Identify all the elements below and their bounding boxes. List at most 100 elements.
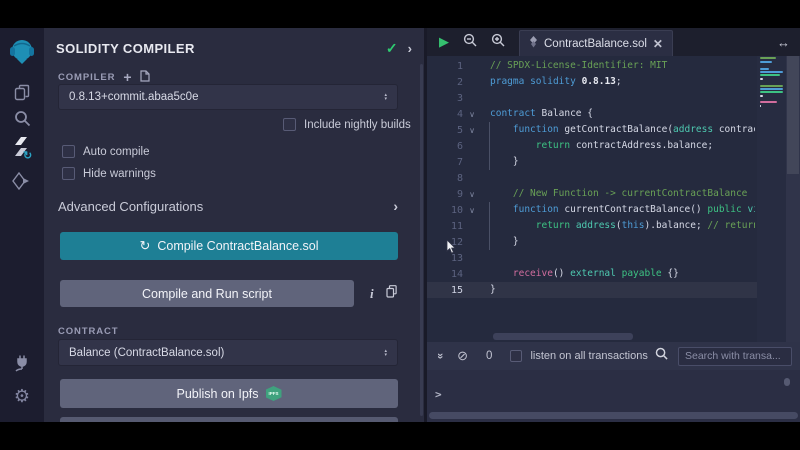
file-icon[interactable] — [140, 70, 150, 84]
auto-compile-checkbox[interactable] — [62, 145, 75, 158]
code-line[interactable]: contract Balance { — [490, 106, 755, 122]
hide-warnings-label: Hide warnings — [83, 168, 156, 180]
code-line[interactable] — [490, 90, 755, 106]
terminal-search-input[interactable] — [678, 347, 792, 366]
code-line[interactable] — [490, 250, 755, 266]
contract-section-label: CONTRACT — [58, 326, 119, 337]
code-line[interactable]: // SPDX-License-Identifier: MIT — [490, 58, 755, 74]
editor-vertical-scrollbar[interactable] — [786, 56, 800, 342]
gutter-row: 10∨ — [427, 202, 487, 218]
add-compiler-icon[interactable]: + — [123, 70, 132, 84]
zoom-out-icon[interactable] — [463, 33, 477, 52]
terminal-scroll-dot — [784, 378, 790, 386]
advanced-configurations-label: Advanced Configurations — [58, 199, 203, 214]
chevron-right-icon: › — [393, 198, 398, 214]
gutter-row: 3 — [427, 90, 487, 106]
remix-logo[interactable] — [0, 37, 44, 65]
code-line[interactable]: receive() external payable {} — [490, 266, 755, 282]
editor-tabbar: ▶ ContractBalance.sol ✕ ↔ — [427, 28, 800, 56]
search-icon[interactable] — [0, 110, 44, 127]
auto-compile-label: Auto compile — [83, 146, 149, 158]
select-caret-icon: ▴▾ — [384, 349, 387, 357]
expand-horizontal-icon[interactable]: ↔ — [777, 35, 790, 50]
scrollbar-thumb[interactable] — [787, 56, 799, 174]
code-line[interactable]: } — [490, 234, 755, 250]
fold-chevron-icon[interactable]: ∨ — [463, 190, 481, 199]
gutter-row: 7 — [427, 154, 487, 170]
ipfs-icon: IPFS — [266, 386, 282, 401]
gutter-row: 13 — [427, 250, 487, 266]
terminal-prompt[interactable]: > — [435, 388, 442, 401]
gutter-row: 15 — [427, 282, 487, 298]
compile-and-run-button[interactable]: Compile and Run script — [60, 280, 354, 307]
code-line[interactable]: return address(this).balance; // return — [490, 218, 755, 234]
advanced-configurations-toggle[interactable]: Advanced Configurations › — [58, 198, 398, 214]
include-nightly-row: Include nightly builds — [283, 118, 411, 131]
panel-header: SOLIDITY COMPILER ✓ › — [56, 36, 412, 60]
editor-horizontal-scrollbar[interactable] — [493, 333, 633, 340]
code-line[interactable]: } — [490, 154, 755, 170]
double-chevron-down-icon[interactable]: » — [434, 353, 446, 359]
select-caret-icon: ▴▾ — [384, 93, 387, 101]
block-icon[interactable]: ⊘ — [457, 348, 468, 364]
gutter-row: 2 — [427, 74, 487, 90]
code-line[interactable]: return contractAddress.balance; — [490, 138, 755, 154]
contract-select[interactable]: Balance (ContractBalance.sol) ▴▾ — [58, 339, 398, 366]
info-icon[interactable]: i — [370, 286, 374, 302]
plugin-manager-icon[interactable] — [0, 354, 44, 372]
deploy-run-icon[interactable] — [0, 172, 44, 190]
code-editor[interactable]: 1234∨5∨6789∨10∨1112131415 // SPDX-Licens… — [427, 56, 800, 342]
code-line[interactable]: // New Function -> currentContractBalanc… — [490, 186, 755, 202]
code-line[interactable]: pragma solidity 0.8.13; — [490, 74, 755, 90]
tab-label: ContractBalance.sol — [544, 38, 647, 50]
gutter-row: 5∨ — [427, 122, 487, 138]
search-icon — [655, 347, 668, 365]
mouse-cursor — [446, 240, 457, 259]
solidity-compiler-panel: SOLIDITY COMPILER ✓ › COMPILER + 0.8.13+… — [44, 28, 424, 422]
fold-chevron-icon[interactable]: ∨ — [463, 110, 481, 119]
code-line[interactable] — [490, 170, 755, 186]
code-line[interactable]: function getContractBalance(address cont… — [490, 122, 755, 138]
settings-gear-icon[interactable]: ⚙ — [0, 386, 44, 407]
listen-transactions-checkbox[interactable] — [510, 350, 522, 362]
editor-minimap[interactable] — [757, 56, 786, 342]
editor-gutter[interactable]: 1234∨5∨6789∨10∨1112131415 — [427, 58, 487, 298]
gutter-row: 9∨ — [427, 186, 487, 202]
remix-ide-window: ↻ ⚙ SOLIDITY COMPILER ✓ › COMPILER + 0.8… — [0, 28, 800, 422]
code-line[interactable]: } — [490, 282, 755, 298]
tab-contractbalance[interactable]: ContractBalance.sol ✕ — [519, 30, 673, 56]
fold-chevron-icon[interactable]: ∨ — [463, 126, 481, 135]
check-icon: ✓ — [386, 40, 398, 57]
transaction-count: 0 — [486, 350, 492, 362]
gutter-row: 12 — [427, 234, 487, 250]
gutter-row: 14 — [427, 266, 487, 282]
code-lines[interactable]: // SPDX-License-Identifier: MITpragma so… — [490, 58, 755, 298]
compiler-version-select[interactable]: 0.8.13+commit.abaa5c0e ▴▾ — [58, 84, 398, 110]
chevron-right-icon[interactable]: › — [408, 41, 412, 56]
solidity-compiler-icon[interactable]: ↻ — [0, 136, 44, 160]
terminal-body[interactable]: > — [427, 370, 800, 422]
close-icon[interactable]: ✕ — [653, 37, 663, 51]
publish-swarm-button-partial[interactable] — [60, 417, 398, 422]
code-line[interactable]: function currentContractBalance() public… — [490, 202, 755, 218]
solidity-file-icon — [529, 35, 538, 53]
compile-and-run-row: Compile and Run script i — [60, 280, 414, 307]
terminal-bottom-scrollbar[interactable] — [429, 412, 798, 419]
editor-column: ▶ ContractBalance.sol ✕ ↔ 1234∨5∨6789∨10… — [427, 28, 800, 422]
fold-chevron-icon[interactable]: ∨ — [463, 206, 481, 215]
zoom-in-icon[interactable] — [491, 33, 505, 52]
play-icon[interactable]: ▶ — [439, 34, 449, 50]
include-nightly-checkbox[interactable] — [283, 118, 296, 131]
panel-scrollbar[interactable] — [420, 64, 423, 416]
panel-title: SOLIDITY COMPILER — [56, 41, 195, 56]
listen-transactions-label: listen on all transactions — [530, 350, 647, 362]
hide-warnings-checkbox[interactable] — [62, 167, 75, 180]
publish-ipfs-button[interactable]: Publish on Ipfs IPFS — [60, 379, 398, 408]
svg-text:↻: ↻ — [23, 150, 32, 160]
refresh-icon: ↻ — [139, 238, 150, 254]
gutter-row: 8 — [427, 170, 487, 186]
copy-icon[interactable] — [386, 285, 397, 303]
file-explorer-icon[interactable] — [0, 84, 44, 101]
compile-button[interactable]: ↻ Compile ContractBalance.sol — [60, 232, 398, 260]
hide-warnings-row: Hide warnings — [62, 167, 156, 180]
